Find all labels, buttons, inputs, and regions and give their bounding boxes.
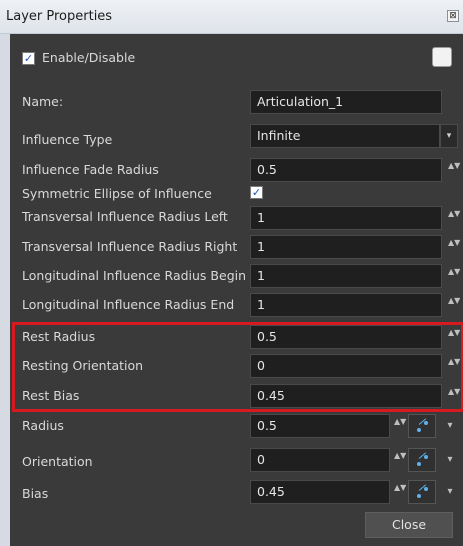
bias-function-curve-icon[interactable] [408,480,436,504]
orientation-function-curve-icon[interactable] [408,448,436,472]
long-end-field[interactable]: 1 [250,293,442,317]
orientation-menu-chevron-icon[interactable]: ▾ [444,448,456,472]
rest-values-highlight [12,322,463,412]
radius-label: Radius [22,418,64,433]
trans-left-field[interactable]: 1 [250,206,442,230]
long-end-label: Longitudinal Influence Radius End [22,297,235,312]
radius-field[interactable]: 0.5 [250,414,390,438]
layer-properties-window: Layer Properties ⊠ ✓ Enable/Disable Name… [0,0,463,546]
orientation-label: Orientation [22,454,93,469]
radius-spinner-icon[interactable]: ▲▼ [394,414,406,438]
trans-left-spinner-icon[interactable]: ▲▼ [448,206,460,230]
trans-right-spinner-icon[interactable]: ▲▼ [448,235,460,259]
radius-function-curve-icon[interactable] [408,414,436,438]
influence-type-select[interactable]: Infinite [250,124,440,148]
long-begin-field[interactable]: 1 [250,264,442,288]
bias-label: Bias [22,486,49,501]
enable-label: Enable/Disable [42,50,136,65]
title-bar: Layer Properties ⊠ [0,0,463,34]
window-title: Layer Properties [6,9,113,24]
window-close-icon[interactable]: ⊠ [447,10,459,22]
fade-radius-spinner-icon[interactable]: ▲▼ [448,158,460,182]
fade-radius-label: Influence Fade Radius [22,162,159,177]
name-field[interactable]: Articulation_1 [250,90,442,114]
bias-menu-chevron-icon[interactable]: ▾ [444,480,456,504]
long-begin-label: Longitudinal Influence Radius Begin [22,268,247,283]
orientation-field[interactable]: 0 [250,448,390,472]
chevron-down-icon[interactable]: ▾ [440,124,458,148]
radius-menu-chevron-icon[interactable]: ▾ [444,414,456,438]
orientation-spinner-icon[interactable]: ▲▼ [394,448,406,472]
symmetric-label: Symmetric Ellipse of Influence [22,186,212,201]
fade-radius-field[interactable]: 0.5 [250,158,442,182]
bias-field[interactable]: 0.45 [250,480,390,504]
properties-panel: ✓ Enable/Disable Name: Articulation_1 In… [10,34,463,546]
close-button[interactable]: Close [365,512,453,538]
trans-right-label: Transversal Influence Radius Right [22,239,238,254]
long-end-spinner-icon[interactable]: ▲▼ [448,293,460,317]
layer-color-swatch[interactable] [432,47,452,67]
long-begin-spinner-icon[interactable]: ▲▼ [448,264,460,288]
trans-right-field[interactable]: 1 [250,235,442,259]
name-label: Name: [22,94,64,109]
enable-checkbox[interactable]: ✓ [22,52,35,65]
influence-type-label: Influence Type [22,132,113,147]
trans-left-label: Transversal Influence Radius Left [22,209,228,224]
bias-spinner-icon[interactable]: ▲▼ [394,480,406,504]
symmetric-checkbox[interactable]: ✓ [250,186,263,199]
